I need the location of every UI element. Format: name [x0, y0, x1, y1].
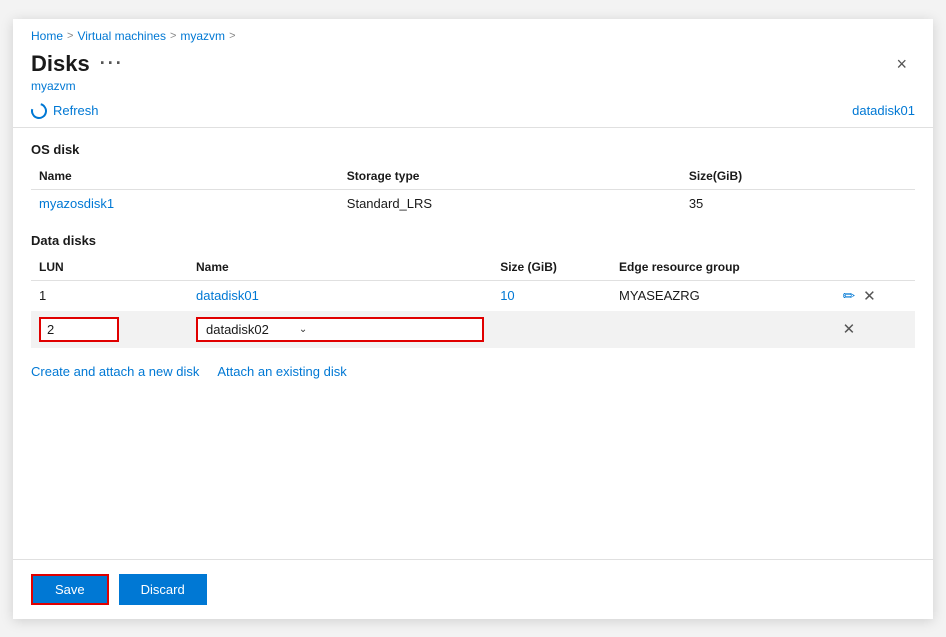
data-disks-section-title: Data disks — [31, 233, 915, 248]
panel-title-row: Disks ··· — [31, 51, 124, 77]
chevron-down-icon: ⌄ — [299, 324, 307, 335]
panel-subtitle: myazvm — [31, 79, 124, 93]
datadisk-toolbar-link[interactable]: datadisk01 — [852, 103, 915, 118]
breadcrumb-vm[interactable]: myazvm — [180, 29, 225, 43]
data-disk-col-actions — [835, 256, 915, 281]
table-row: 2 datadisk02 ⌄ ✕ — [31, 311, 915, 348]
title-block: Disks ··· myazvm — [31, 51, 124, 93]
data-disk-2-actions: ✕ — [835, 311, 915, 348]
breadcrumb-home[interactable]: Home — [31, 29, 63, 43]
footer: Save Discard — [13, 559, 933, 619]
os-disk-col-name: Name — [31, 165, 339, 190]
action-icons: ✏ ✕ — [843, 287, 907, 305]
data-disk-2-lun: 2 — [31, 311, 188, 348]
data-disk-1-name[interactable]: datadisk01 — [188, 280, 492, 311]
os-disk-table: Name Storage type Size(GiB) myazosdisk1 … — [31, 165, 915, 217]
data-disk-1-edge-rg: MYASEAZRG — [611, 280, 835, 311]
os-disk-size: 35 — [681, 189, 915, 217]
data-disk-1-size: 10 — [492, 280, 611, 311]
attach-existing-disk-button[interactable]: Attach an existing disk — [217, 364, 346, 379]
table-row: 1 datadisk01 10 MYASEAZRG ✏ ✕ — [31, 280, 915, 311]
close-button[interactable]: × — [888, 51, 915, 77]
save-button[interactable]: Save — [31, 574, 109, 605]
disk-dropdown[interactable]: datadisk02 ⌄ — [196, 317, 484, 342]
lun-highlight-box: 2 — [39, 317, 119, 342]
data-disk-1-actions: ✏ ✕ — [835, 280, 915, 311]
breadcrumb-sep-1: > — [67, 30, 73, 42]
data-disks-table: LUN Name Size (GiB) Edge resource group … — [31, 256, 915, 348]
os-disk-col-size: Size(GiB) — [681, 165, 915, 190]
content-area: OS disk Name Storage type Size(GiB) myaz… — [13, 128, 933, 559]
breadcrumb: Home > Virtual machines > myazvm > — [13, 19, 933, 47]
os-disk-col-storage: Storage type — [339, 165, 681, 190]
more-options-dots[interactable]: ··· — [100, 53, 124, 74]
action-icons-2: ✕ — [843, 320, 907, 338]
data-disk-2-name-dropdown-cell: datadisk02 ⌄ — [188, 311, 492, 348]
data-disk-col-edge-rg: Edge resource group — [611, 256, 835, 281]
data-disk-1-lun: 1 — [31, 280, 188, 311]
attach-links: Create and attach a new disk Attach an e… — [31, 364, 915, 379]
edit-icon[interactable]: ✏ — [843, 287, 856, 305]
breadcrumb-sep-2: > — [170, 30, 176, 42]
delete-icon[interactable]: ✕ — [863, 287, 876, 305]
refresh-button[interactable]: Refresh — [31, 103, 99, 119]
panel-header: Disks ··· myazvm × — [13, 47, 933, 93]
data-disk-col-size: Size (GiB) — [492, 256, 611, 281]
os-disk-storage-type: Standard_LRS — [339, 189, 681, 217]
disk-dropdown-value: datadisk02 — [206, 322, 269, 337]
disks-panel: Home > Virtual machines > myazvm > Disks… — [13, 19, 933, 619]
data-disk-2-size — [492, 311, 611, 348]
breadcrumb-sep-3: > — [229, 30, 235, 42]
data-disk-2-edge-rg — [611, 311, 835, 348]
refresh-label: Refresh — [53, 103, 99, 118]
create-new-disk-button[interactable]: Create and attach a new disk — [31, 364, 199, 379]
os-disk-section-title: OS disk — [31, 142, 915, 157]
delete-icon-2[interactable]: ✕ — [843, 320, 856, 338]
breadcrumb-vms[interactable]: Virtual machines — [77, 29, 166, 43]
os-disk-name[interactable]: myazosdisk1 — [31, 189, 339, 217]
refresh-icon — [28, 100, 50, 122]
panel-title-text: Disks — [31, 51, 90, 77]
os-disk-row: myazosdisk1 Standard_LRS 35 — [31, 189, 915, 217]
data-disk-col-lun: LUN — [31, 256, 188, 281]
toolbar: Refresh datadisk01 — [13, 93, 933, 128]
data-disk-col-name: Name — [188, 256, 492, 281]
discard-button[interactable]: Discard — [119, 574, 207, 605]
